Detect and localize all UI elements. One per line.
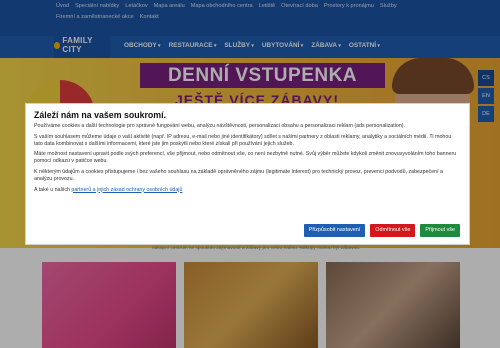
partners-privacy-link[interactable]: partnerů a jejich zásad ochrany osobních… bbox=[71, 187, 182, 193]
consent-paragraph-5: A také u našich partnerů a jejich zásad … bbox=[34, 187, 461, 194]
accept-all-button[interactable]: Přijmout vše bbox=[420, 224, 460, 237]
consent-paragraph-1: Používáme cookies a další technologie pr… bbox=[34, 123, 405, 129]
page: Úvod Speciální nabídky Letáčkov Mapa are… bbox=[0, 0, 500, 348]
consent-buttons: Přizpůsobit nastavení Odmítnout vše Přij… bbox=[303, 224, 460, 237]
reject-all-button[interactable]: Odmítnout vše bbox=[370, 224, 416, 237]
consent-paragraph-3: Máte možnost nastavení upravit podle svý… bbox=[34, 151, 457, 165]
consent-paragraph-4: K některým údajům a cookies přistupujeme… bbox=[34, 168, 443, 182]
consent-paragraph-2: S vaším souhlasem můžeme údaje o vaší ak… bbox=[34, 133, 452, 147]
consent-title: Záleží nám na vašem soukromí. bbox=[34, 110, 167, 120]
customize-settings-button[interactable]: Přizpůsobit nastavení bbox=[303, 224, 366, 237]
consent-partners-prefix: A také u našich bbox=[34, 186, 72, 193]
cookie-consent-dialog: Záleží nám na vašem soukromí. Používáme … bbox=[25, 103, 470, 245]
